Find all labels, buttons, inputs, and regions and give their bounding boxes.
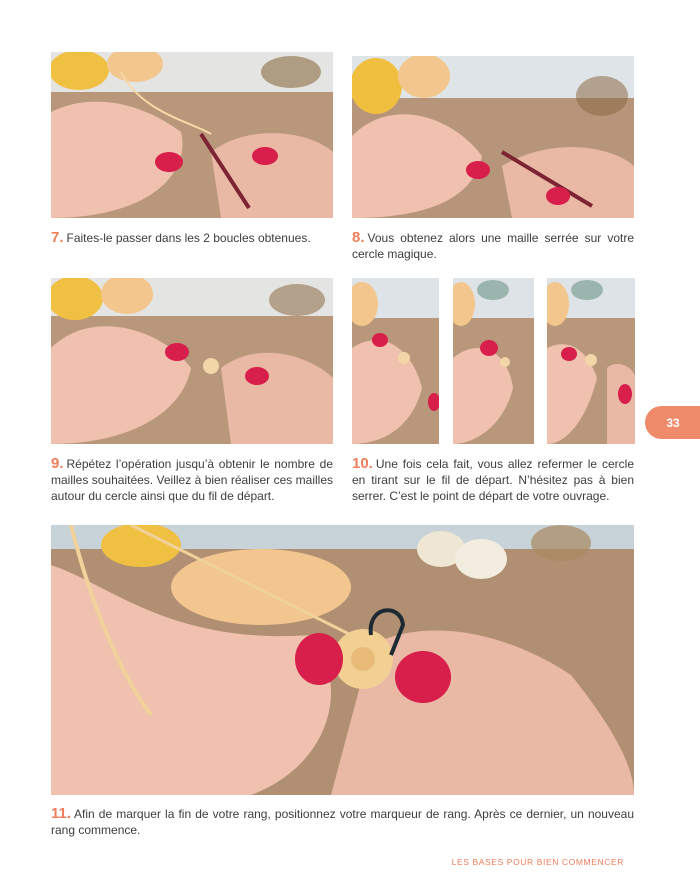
- step-text: Afin de marquer la fin de votre rang, po…: [51, 807, 634, 837]
- step-number: 11.: [51, 805, 72, 822]
- caption-step-11: 11. Afin de marquer la fin de votre rang,…: [51, 806, 634, 838]
- photo-step-10b: [453, 278, 534, 444]
- photo-step-11: [51, 525, 634, 795]
- step-number: 9.: [51, 455, 64, 472]
- page-number-tab: 33: [645, 406, 700, 439]
- photo-step-10c: [547, 278, 635, 444]
- caption-step-9: 9. Répétez l’opération jusqu’à obtenir le…: [51, 456, 333, 504]
- step-text: Vous obtenez alors une maille serrée sur…: [352, 231, 634, 261]
- photo-step-8: [352, 56, 634, 218]
- caption-step-8: 8. Vous obtenez alors une maille serrée s…: [352, 230, 634, 262]
- step-text: Une fois cela fait, vous allez refermer …: [352, 457, 634, 503]
- page-number: 33: [666, 415, 680, 430]
- photo-step-10a: [352, 278, 439, 444]
- step-text: Répétez l’opération jusqu’à obtenir le n…: [51, 457, 333, 503]
- step-number: 8.: [352, 229, 365, 246]
- step-text: Faites-le passer dans les 2 boucles obte…: [66, 231, 311, 245]
- step-number: 7.: [51, 229, 64, 246]
- caption-step-10: 10. Une fois cela fait, vous allez referm…: [352, 456, 634, 504]
- photo-step-7: [51, 52, 333, 218]
- step-number: 10.: [352, 455, 373, 472]
- section-footer: LES BASES POUR BIEN COMMENCER: [451, 857, 624, 867]
- photo-step-9: [51, 278, 333, 444]
- caption-step-7: 7. Faites-le passer dans les 2 boucles ob…: [51, 230, 333, 246]
